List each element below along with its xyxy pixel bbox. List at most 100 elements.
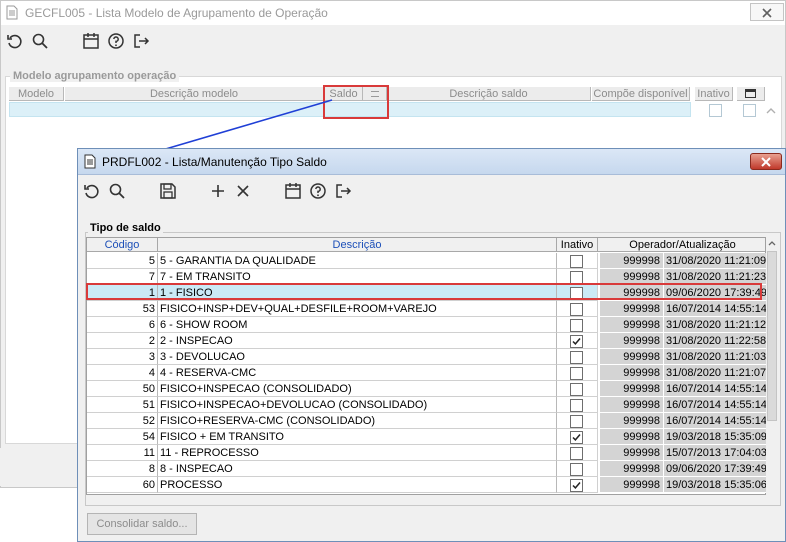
cell-inativo (557, 301, 598, 317)
inativo-checkbox[interactable] (570, 303, 583, 316)
inativo-checkbox[interactable] (570, 351, 583, 364)
background-close-button[interactable] (750, 3, 784, 21)
cell-codigo: 11 (87, 445, 158, 461)
inativo-checkbox[interactable] (570, 447, 583, 460)
cell-operador: 999998 (600, 397, 664, 413)
cell-atualizacao: 19/03/2018 15:35:06 (664, 477, 767, 493)
cell-codigo: 60 (87, 477, 158, 493)
inativo-checkbox[interactable] (570, 463, 583, 476)
inativo-checkbox[interactable] (570, 319, 583, 332)
calendar-button[interactable] (81, 31, 101, 51)
cell-operador: 999998 (600, 349, 664, 365)
cell-atualizacao: 16/07/2014 14:55:14 (664, 381, 767, 397)
inativo-checkbox[interactable] (570, 271, 583, 284)
refresh-icon (7, 34, 22, 49)
inativo-checkbox[interactable] (570, 399, 583, 412)
inativo-checkbox[interactable] (570, 383, 583, 396)
cell-descricao: 11 - REPROCESSO (158, 445, 557, 461)
scrollbar-thumb[interactable] (767, 251, 777, 421)
calendar-icon (285, 183, 301, 199)
column-saldo-lookup[interactable] (363, 87, 387, 101)
inativo-checkbox[interactable] (570, 415, 583, 428)
column-operador-atualizacao[interactable]: Operador/Atualização (598, 238, 767, 252)
cell-descricao: FISICO+INSP+DEV+QUAL+DESFILE+ROOM+VAREJO (158, 301, 557, 317)
background-group-label: Modelo agrupamento operação (10, 70, 180, 82)
column-modelo[interactable]: Modelo (9, 87, 64, 101)
column-descricao[interactable]: Descrição (158, 238, 557, 252)
refresh-button[interactable] (5, 31, 25, 51)
column-compoe-disponivel[interactable]: Compõe disponível (592, 87, 690, 101)
column-inativo[interactable]: Inativo (557, 238, 598, 252)
search-button[interactable] (30, 31, 50, 51)
cell-descricao: 5 - GARANTIA DA QUALIDADE (158, 253, 557, 269)
document-icon (6, 5, 18, 20)
dialog-add-button[interactable] (208, 181, 228, 201)
dialog-search-button[interactable] (107, 181, 127, 201)
inativo-checkbox[interactable] (570, 335, 583, 348)
delete-icon (237, 185, 249, 197)
inativo-checkbox[interactable] (570, 255, 583, 268)
dialog-delete-button[interactable] (233, 181, 253, 201)
table-row[interactable]: 66 - SHOW ROOM 999998 31/08/2020 11:21:12 (87, 317, 767, 333)
table-row[interactable]: 55 - GARANTIA DA QUALIDADE 999998 31/08/20… (87, 253, 767, 269)
table-row[interactable]: 53 FISICO+INSP+DEV+QUAL+DESFILE+ROOM+VARE… (87, 301, 767, 317)
column-codigo[interactable]: Código (87, 238, 158, 252)
dialog-calendar-button[interactable] (283, 181, 303, 201)
background-toolbar (1, 25, 785, 59)
table-row[interactable]: 51 FISICO+INSPECAO+DEVOLUCAO (CONSOLIDADO… (87, 397, 767, 413)
table-row[interactable]: 52 FISICO+RESERVA-CMC (CONSOLIDADO) 999998… (87, 413, 767, 429)
dialog-exit-button[interactable] (333, 181, 353, 201)
scroll-up-button[interactable] (767, 238, 777, 250)
cell-codigo: 8 (87, 461, 158, 477)
column-chooser-button[interactable] (737, 87, 765, 101)
table-row[interactable]: 60 PROCESSO 999998 19/03/2018 15:35:06 (87, 477, 767, 493)
cell-inativo (557, 285, 598, 301)
help-button[interactable] (106, 31, 126, 51)
inativo-checkbox[interactable] (570, 431, 583, 444)
cell-atualizacao: 09/06/2020 17:39:49 (664, 285, 767, 301)
dialog-save-button[interactable] (158, 181, 178, 201)
inativo-checkbox[interactable] (570, 287, 583, 300)
cell-descricao: FISICO+RESERVA-CMC (CONSOLIDADO) (158, 413, 557, 429)
table-row[interactable]: 54 FISICO + EM TRANSITO 999998 19/03/2018 1… (87, 429, 767, 445)
cell-codigo: 7 (87, 269, 158, 285)
check-icon (572, 434, 581, 442)
search-icon (109, 183, 125, 199)
inativo-checkbox[interactable] (570, 479, 583, 492)
cell-atualizacao: 31/08/2020 11:21:09 (664, 253, 767, 269)
exit-icon (336, 184, 352, 198)
table-row[interactable]: 22 - INSPECAO 999998 31/08/2020 11:22:58 (87, 333, 767, 349)
cell-atualizacao: 31/08/2020 11:22:58 (664, 333, 767, 349)
cell-inativo (557, 445, 598, 461)
cell-descricao: 8 - INSPECAO (158, 461, 557, 477)
column-saldo[interactable]: Saldo (325, 87, 363, 101)
table-scrollbar[interactable] (766, 237, 778, 495)
cell-inativo (557, 429, 598, 445)
background-extra-checkbox[interactable] (743, 104, 756, 117)
column-inativo[interactable]: Inativo (695, 87, 733, 101)
table-row[interactable]: 50 FISICO+INSPECAO (CONSOLIDADO) 999998 16/… (87, 381, 767, 397)
consolidar-saldo-button[interactable]: Consolidar saldo... (87, 513, 197, 535)
save-icon (160, 183, 176, 199)
add-icon (212, 185, 224, 197)
table-row[interactable]: 44 - RESERVA-CMC 999998 31/08/2020 11:21:0… (87, 365, 767, 381)
cell-inativo (557, 269, 598, 285)
table-row[interactable]: 33 - DEVOLUCAO 999998 31/08/2020 11:21:03 (87, 349, 767, 365)
table-row[interactable]: 11 11 - REPROCESSO 999998 15/07/2013 17:04:… (87, 445, 767, 461)
inativo-checkbox[interactable] (570, 367, 583, 380)
table-row[interactable]: 11 - FISICO 999998 09/06/2020 17:39:49 (87, 285, 767, 301)
dialog-help-button[interactable] (308, 181, 328, 201)
exit-button[interactable] (131, 31, 151, 51)
background-window-title: GECFL005 - Lista Modelo de Agrupamento d… (25, 6, 328, 20)
dialog-close-button[interactable] (750, 153, 782, 170)
table-row[interactable]: 88 - INSPECAO 999998 09/06/2020 17:39:49 (87, 461, 767, 477)
table-row[interactable]: 77 - EM TRANSITO 999998 31/08/2020 11:21:2… (87, 269, 767, 285)
background-table-row[interactable] (9, 102, 691, 117)
scroll-up-icon (768, 241, 776, 246)
column-descricao-modelo[interactable]: Descrição modelo (65, 87, 324, 101)
column-descricao-saldo[interactable]: Descrição saldo (387, 87, 591, 101)
dialog-refresh-button[interactable] (82, 181, 102, 201)
close-icon (762, 8, 772, 18)
background-inativo-checkbox[interactable] (709, 104, 722, 117)
cell-descricao: FISICO+INSPECAO+DEVOLUCAO (CONSOLIDADO) (158, 397, 557, 413)
